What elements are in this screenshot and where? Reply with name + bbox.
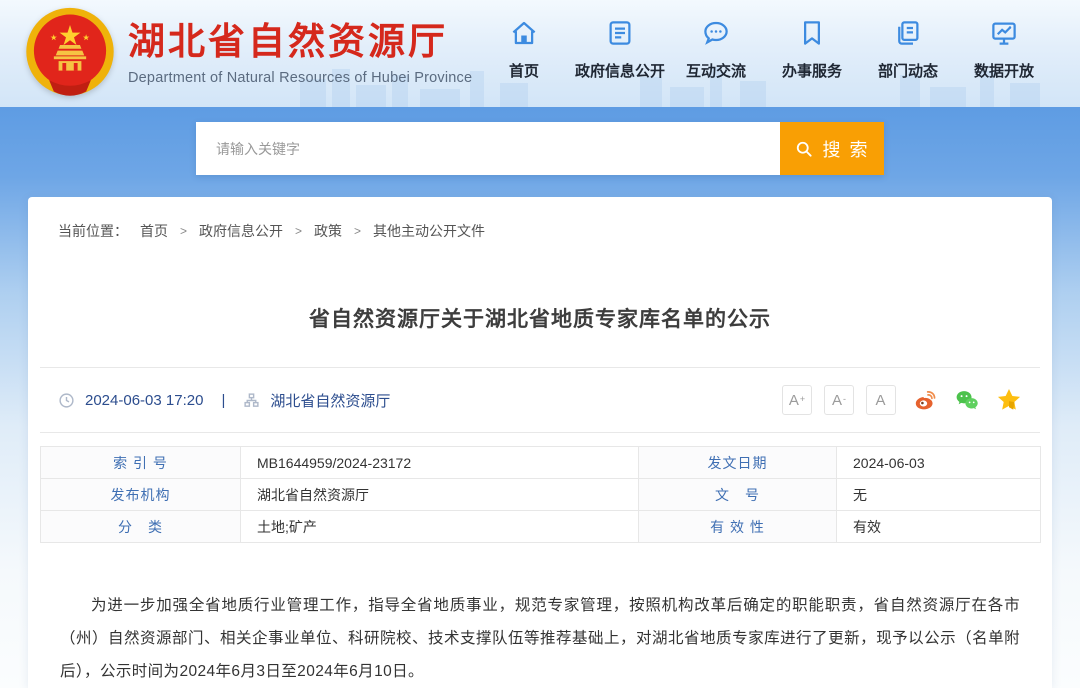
content-card: 当前位置： 首页 > 政府信息公开 > 政策 > 其他主动公开文件 省自然资源厅… xyxy=(28,197,1052,688)
info-value-category: 土地;矿产 xyxy=(241,511,639,543)
font-btn-sup: + xyxy=(800,395,805,404)
breadcrumb: 当前位置： 首页 > 政府信息公开 > 政策 > 其他主动公开文件 xyxy=(28,197,1052,241)
national-emblem-icon xyxy=(22,6,118,101)
article-source[interactable]: 湖北省自然资源厅 xyxy=(270,390,390,411)
info-value-validity: 有效 xyxy=(837,511,1041,543)
font-btn-label: A xyxy=(875,393,885,408)
nav-item-department-news[interactable]: 部门动态 xyxy=(860,0,956,81)
info-label-issue-date: 发文日期 xyxy=(639,447,837,479)
publish-time: 2024-06-03 17:20 xyxy=(85,392,203,409)
meta-separator: | xyxy=(221,392,225,409)
article-meta-row: 2024-06-03 17:20 | 湖北省自然资源厅 A+ A- A xyxy=(40,367,1040,433)
breadcrumb-item-policy[interactable]: 政策 xyxy=(314,221,342,241)
table-row: 索 引 号 MB1644959/2024-23172 发文日期 2024-06-… xyxy=(41,447,1041,479)
info-label-category: 分 类 xyxy=(41,511,241,543)
info-label-publisher: 发布机构 xyxy=(41,479,241,511)
site-name-en: Department of Natural Resources of Hubei… xyxy=(128,70,472,86)
weibo-share-icon[interactable] xyxy=(912,387,938,413)
home-icon xyxy=(509,18,539,48)
qzone-star-icon[interactable] xyxy=(996,387,1022,413)
search-button-label: 搜 索 xyxy=(822,136,869,162)
search-icon xyxy=(794,139,814,159)
search-box: 搜 索 xyxy=(196,122,884,175)
monitor-chart-icon xyxy=(989,18,1019,48)
font-btn-label: A xyxy=(789,393,799,408)
font-decrease-button[interactable]: A- xyxy=(824,385,854,415)
info-label-index-no: 索 引 号 xyxy=(41,447,241,479)
site-header: 湖北省自然资源厅 Department of Natural Resources… xyxy=(0,0,1080,107)
nav-item-home[interactable]: 首页 xyxy=(476,0,572,81)
breadcrumb-item-other-docs[interactable]: 其他主动公开文件 xyxy=(373,221,485,241)
nav-label: 数据开放 xyxy=(974,60,1034,81)
info-doc-icon xyxy=(605,18,635,48)
font-increase-button[interactable]: A+ xyxy=(782,385,812,415)
info-label-doc-number: 文 号 xyxy=(639,479,837,511)
info-value-doc-number: 无 xyxy=(837,479,1041,511)
breadcrumb-separator: > xyxy=(354,224,361,238)
search-input[interactable] xyxy=(196,122,780,175)
breadcrumb-item-home[interactable]: 首页 xyxy=(140,221,168,241)
nav-label: 办事服务 xyxy=(782,60,842,81)
info-value-index-no: MB1644959/2024-23172 xyxy=(241,447,639,479)
info-value-issue-date: 2024-06-03 xyxy=(837,447,1041,479)
info-value-publisher: 湖北省自然资源厅 xyxy=(241,479,639,511)
font-btn-label: A xyxy=(832,393,842,408)
site-name: 湖北省自然资源厅 xyxy=(128,21,472,64)
nav-item-interaction[interactable]: 互动交流 xyxy=(668,0,764,81)
article-paragraph: 为进一步加强全省地质行业管理工作，指导全省地质事业，规范专家管理，按照机构改革后… xyxy=(60,589,1020,688)
chat-icon xyxy=(701,18,731,48)
clock-icon xyxy=(58,392,75,409)
article-body: 为进一步加强全省地质行业管理工作，指导全省地质事业，规范专家管理，按照机构改革后… xyxy=(40,543,1040,688)
main-nav: 首页 政府信息公开 互动交流 办事服务 xyxy=(476,0,1052,107)
article-tools: A+ A- A xyxy=(782,385,1022,415)
breadcrumb-separator: > xyxy=(180,224,187,238)
info-label-validity: 有 效 性 xyxy=(639,511,837,543)
nav-item-open-data[interactable]: 数据开放 xyxy=(956,0,1052,81)
nav-label: 首页 xyxy=(509,60,539,81)
pages-icon xyxy=(893,18,923,48)
article-meta: 2024-06-03 17:20 | 湖北省自然资源厅 xyxy=(58,390,390,411)
wechat-share-icon[interactable] xyxy=(954,387,980,413)
site-title-block: 湖北省自然资源厅 Department of Natural Resources… xyxy=(128,21,472,86)
source-org-icon xyxy=(243,392,260,409)
document-info-table: 索 引 号 MB1644959/2024-23172 发文日期 2024-06-… xyxy=(40,446,1041,543)
nav-item-services[interactable]: 办事服务 xyxy=(764,0,860,81)
nav-label: 互动交流 xyxy=(686,60,746,81)
bookmark-icon xyxy=(797,18,827,48)
nav-item-gov-info[interactable]: 政府信息公开 xyxy=(572,0,668,81)
search-button[interactable]: 搜 索 xyxy=(780,122,884,175)
nav-label: 部门动态 xyxy=(878,60,938,81)
font-reset-button[interactable]: A xyxy=(866,385,896,415)
site-logo[interactable]: 湖北省自然资源厅 Department of Natural Resources… xyxy=(22,6,472,101)
table-row: 发布机构 湖北省自然资源厅 文 号 无 xyxy=(41,479,1041,511)
breadcrumb-separator: > xyxy=(295,224,302,238)
nav-label: 政府信息公开 xyxy=(575,60,665,81)
table-row: 分 类 土地;矿产 有 效 性 有效 xyxy=(41,511,1041,543)
breadcrumb-prefix: 当前位置： xyxy=(58,221,128,241)
article-title: 省自然资源厅关于湖北省地质专家库名单的公示 xyxy=(28,303,1052,333)
page: 湖北省自然资源厅 Department of Natural Resources… xyxy=(0,0,1080,688)
font-btn-sup: - xyxy=(843,395,846,404)
breadcrumb-item-gov-info[interactable]: 政府信息公开 xyxy=(199,221,283,241)
